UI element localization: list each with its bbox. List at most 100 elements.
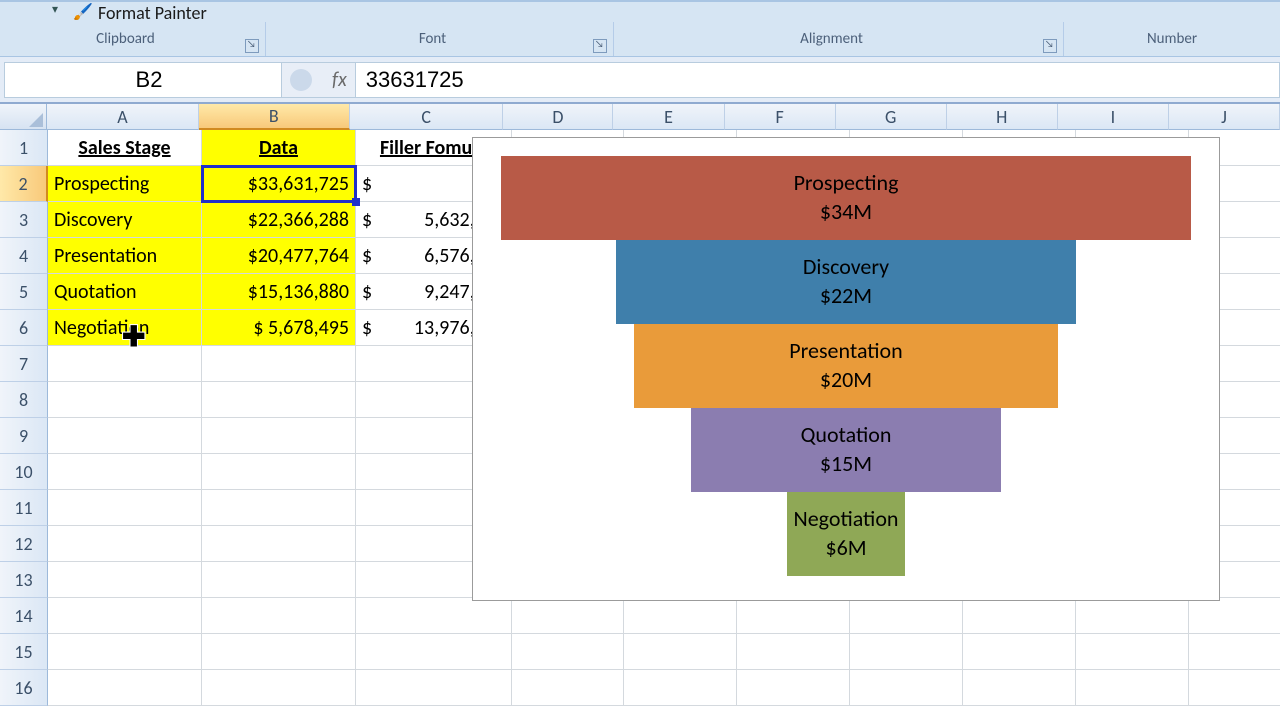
cell[interactable]	[737, 598, 850, 634]
row-header-8[interactable]: 8	[0, 382, 48, 418]
cell[interactable]	[48, 634, 202, 670]
column-header-A[interactable]: A	[47, 104, 198, 130]
cell[interactable]	[512, 598, 624, 634]
cell[interactable]	[48, 490, 202, 526]
cell[interactable]: Prospecting	[48, 166, 202, 202]
cell[interactable]	[850, 598, 963, 634]
cell[interactable]	[48, 382, 202, 418]
column-header-D[interactable]: D	[503, 104, 613, 130]
row-header-16[interactable]: 16	[0, 670, 48, 706]
cell[interactable]: $33,631,725	[202, 166, 356, 202]
row-header-13[interactable]: 13	[0, 562, 48, 598]
chart-bar-quotation[interactable]: Quotation$15M	[691, 408, 1001, 492]
cell[interactable]	[202, 454, 356, 490]
column-header-C[interactable]: C	[350, 104, 503, 130]
chart-bar-negotiation[interactable]: Negotiation$6M	[787, 492, 905, 576]
row-header-5[interactable]: 5	[0, 274, 48, 310]
cell[interactable]	[202, 346, 356, 382]
row-header-15[interactable]: 15	[0, 634, 48, 670]
dialog-launcher-font[interactable]	[593, 22, 607, 56]
cell[interactable]	[48, 454, 202, 490]
cell[interactable]	[963, 670, 1076, 706]
cell[interactable]	[202, 562, 356, 598]
column-header-E[interactable]: E	[613, 104, 724, 130]
column-header-J[interactable]: J	[1169, 104, 1280, 130]
chevron-down-icon[interactable]: ▾	[52, 2, 58, 17]
format-painter-label[interactable]: Format Painter	[98, 2, 207, 24]
cell[interactable]	[202, 490, 356, 526]
row-header-3[interactable]: 3	[0, 202, 48, 238]
cell[interactable]	[48, 598, 202, 634]
cell[interactable]	[624, 670, 737, 706]
cancel-formula-icon[interactable]	[290, 69, 312, 91]
chart-bar-prospecting[interactable]: Prospecting$34M	[501, 156, 1191, 240]
cell[interactable]	[624, 634, 737, 670]
cell[interactable]: Sales Stage	[48, 130, 202, 166]
row-header-4[interactable]: 4	[0, 238, 48, 274]
cell[interactable]	[737, 634, 850, 670]
cell[interactable]	[48, 526, 202, 562]
cell[interactable]	[48, 418, 202, 454]
cell[interactable]	[48, 670, 202, 706]
row-header-9[interactable]: 9	[0, 418, 48, 454]
formula-input[interactable]	[366, 67, 1279, 93]
column-header-H[interactable]: H	[947, 104, 1058, 130]
cell[interactable]	[1189, 670, 1280, 706]
cell[interactable]: Negotiation	[48, 310, 202, 346]
cell[interactable]	[737, 670, 850, 706]
fx-icon[interactable]: fx	[332, 68, 347, 92]
cell[interactable]	[624, 598, 737, 634]
cell[interactable]	[850, 634, 963, 670]
cell[interactable]	[356, 634, 512, 670]
cell[interactable]	[1076, 598, 1189, 634]
cell[interactable]: Presentation	[48, 238, 202, 274]
row-header-2[interactable]: 2	[0, 166, 48, 202]
column-header-G[interactable]: G	[836, 104, 947, 130]
cell[interactable]	[48, 562, 202, 598]
cell[interactable]	[1189, 634, 1280, 670]
column-header-F[interactable]: F	[725, 104, 836, 130]
cell[interactable]	[356, 598, 512, 634]
cell[interactable]	[202, 526, 356, 562]
row-header-6[interactable]: 6	[0, 310, 48, 346]
dialog-launcher-clipboard[interactable]	[245, 22, 259, 56]
cell[interactable]	[1076, 634, 1189, 670]
cell[interactable]: $22,366,288	[202, 202, 356, 238]
worksheet-grid[interactable]: ABCDEFGHIJ 12345678910111213141516 Sales…	[0, 104, 1280, 724]
row-header-14[interactable]: 14	[0, 598, 48, 634]
cell[interactable]: $20,477,764	[202, 238, 356, 274]
chart-bar-discovery[interactable]: Discovery$22M	[616, 240, 1076, 324]
row-header-12[interactable]: 12	[0, 526, 48, 562]
cell[interactable]	[202, 634, 356, 670]
cell[interactable]	[48, 346, 202, 382]
select-all-button[interactable]	[0, 104, 47, 130]
column-header-I[interactable]: I	[1058, 104, 1169, 130]
column-header-B[interactable]: B	[199, 104, 350, 130]
cell[interactable]	[202, 598, 356, 634]
row-header-1[interactable]: 1	[0, 130, 48, 166]
cell[interactable]: Discovery	[48, 202, 202, 238]
cell[interactable]	[850, 670, 963, 706]
cell[interactable]	[512, 634, 624, 670]
cell[interactable]	[512, 670, 624, 706]
row-header-11[interactable]: 11	[0, 490, 48, 526]
fill-handle[interactable]	[352, 198, 360, 206]
cell[interactable]	[202, 418, 356, 454]
cell[interactable]	[963, 634, 1076, 670]
cell[interactable]	[202, 382, 356, 418]
cell[interactable]	[356, 670, 512, 706]
format-painter-icon[interactable]: 🖌️	[68, 2, 98, 22]
row-header-7[interactable]: 7	[0, 346, 48, 382]
dialog-launcher-alignment[interactable]	[1043, 22, 1057, 56]
cell[interactable]: $ 5,678,495	[202, 310, 356, 346]
cell[interactable]: Quotation	[48, 274, 202, 310]
name-box[interactable]	[5, 67, 293, 93]
cell[interactable]: Data	[202, 130, 356, 166]
cell[interactable]	[202, 670, 356, 706]
cell[interactable]	[963, 598, 1076, 634]
cell[interactable]	[1076, 670, 1189, 706]
row-header-10[interactable]: 10	[0, 454, 48, 490]
funnel-chart[interactable]: Prospecting$34MDiscovery$22MPresentation…	[472, 137, 1220, 601]
chart-bar-presentation[interactable]: Presentation$20M	[634, 324, 1058, 408]
cell[interactable]	[1189, 598, 1280, 634]
